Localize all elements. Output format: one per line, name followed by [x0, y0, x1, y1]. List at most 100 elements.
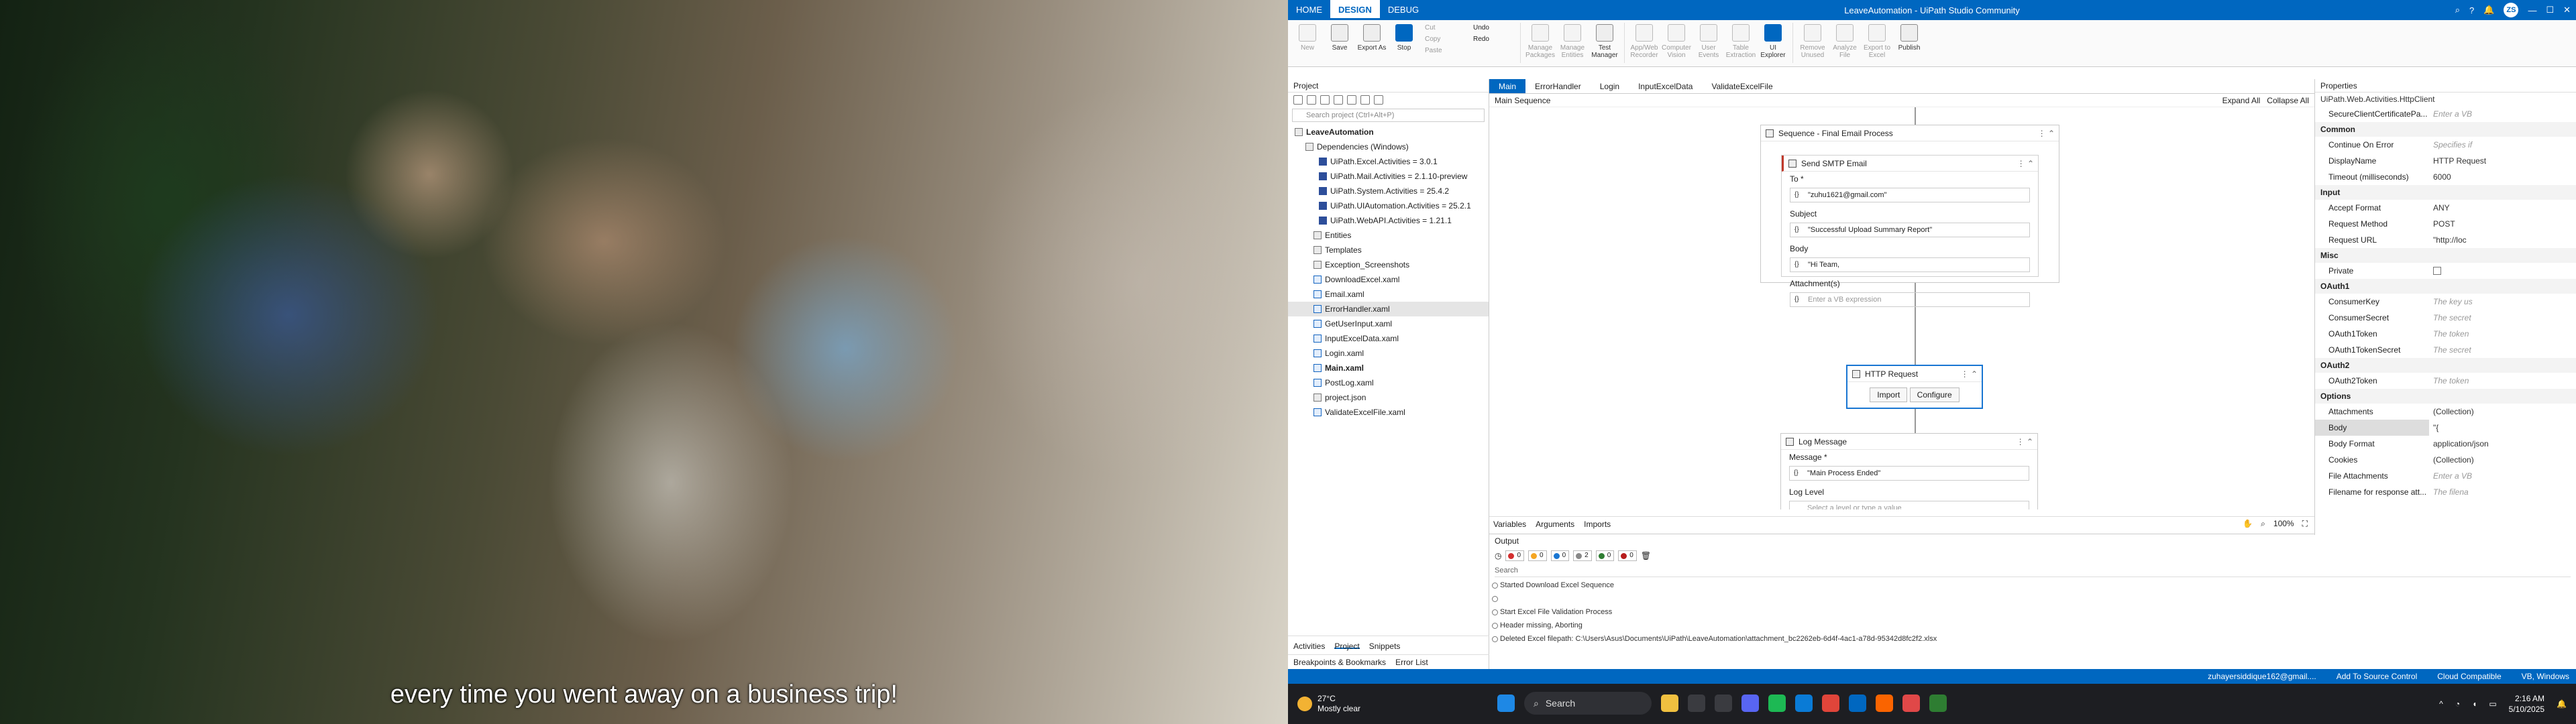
clear-icon[interactable]: 🗑	[1641, 551, 1651, 560]
property-value[interactable]: The token	[2429, 373, 2576, 389]
property-value[interactable]: The secret	[2429, 342, 2576, 358]
zoom-icon[interactable]: ⌕	[2261, 519, 2265, 529]
tree-file[interactable]: Login.xaml	[1288, 346, 1489, 361]
property-value[interactable]: The filena	[2429, 484, 2576, 500]
refresh-icon[interactable]	[1320, 95, 1330, 105]
tree-dependencies[interactable]: Dependencies (Windows)	[1288, 139, 1489, 154]
export-to-excel-button[interactable]: Export to Excel	[1862, 23, 1892, 59]
new-button[interactable]: New	[1292, 23, 1323, 52]
table-extraction-button[interactable]: Table Extraction	[1725, 23, 1756, 59]
message-field[interactable]: {} "Main Process Ended"	[1789, 466, 2029, 481]
property-group[interactable]: OAuth1	[2315, 279, 2576, 294]
property-row[interactable]: SecureClientCertificatePa... Enter a VB	[2315, 106, 2576, 122]
property-row[interactable]: DisplayName HTTP Request	[2315, 153, 2576, 169]
attachments-field[interactable]: {} Enter a VB expression	[1790, 292, 2030, 307]
property-value[interactable]: POST	[2429, 216, 2576, 232]
trace-filter[interactable]: 2	[1573, 550, 1592, 561]
sequence-final-email[interactable]: Sequence - Final Email Process ⋮ ⌃ Send S…	[1760, 125, 2059, 307]
tree-root[interactable]: LeaveAutomation	[1288, 125, 1489, 139]
uipath-studio-icon[interactable]	[1849, 695, 1866, 712]
start-icon[interactable]	[1497, 695, 1515, 712]
maximize-icon[interactable]: ☐	[2546, 5, 2554, 15]
doc-tab-login[interactable]: Login	[1591, 79, 1629, 93]
property-value[interactable]: The key us	[2429, 294, 2576, 310]
tree-file[interactable]: GetUserInput.xaml	[1288, 316, 1489, 331]
property-value[interactable]: (Collection)	[2429, 452, 2576, 468]
minimize-icon[interactable]: —	[2528, 5, 2536, 15]
tab-arguments[interactable]: Arguments	[1536, 520, 1574, 529]
manage-entities-button[interactable]: Manage Entities	[1557, 23, 1588, 59]
volume-icon[interactable]: ◖	[2472, 699, 2477, 709]
tree-file[interactable]: Email.xaml	[1288, 287, 1489, 302]
tree-package[interactable]: UiPath.UIAutomation.Activities = 25.2.1	[1288, 198, 1489, 213]
info-filter[interactable]: 0	[1550, 550, 1570, 561]
body-field[interactable]: {} "Hi Team,	[1790, 257, 2030, 272]
property-row[interactable]: Accept Format ANY	[2315, 200, 2576, 216]
tree-package[interactable]: UiPath.WebAPI.Activities = 1.21.1	[1288, 213, 1489, 228]
tree-package[interactable]: UiPath.Excel.Activities = 3.0.1	[1288, 154, 1489, 169]
notification-icon[interactable]: 🔔	[2557, 699, 2567, 709]
property-row[interactable]: Body Format application/json	[2315, 436, 2576, 452]
tree-file[interactable]: ErrorHandler.xaml	[1288, 302, 1489, 316]
property-row[interactable]: Request URL "http://loc	[2315, 232, 2576, 248]
status-compat[interactable]: Cloud Compatible	[2437, 672, 2501, 681]
undo-button[interactable]: Undo	[1473, 24, 1512, 32]
error-filter[interactable]: 0	[1505, 550, 1525, 561]
tab-project[interactable]: Project	[1334, 642, 1360, 651]
property-row[interactable]: Body "{	[2315, 420, 2576, 436]
property-value[interactable]: The token	[2429, 326, 2576, 342]
tree-package[interactable]: UiPath.System.Activities = 25.4.2	[1288, 184, 1489, 198]
property-value[interactable]: Enter a VB	[2429, 468, 2576, 484]
doc-tab-inputexceldata[interactable]: InputExcelData	[1629, 79, 1702, 93]
folder-icon[interactable]	[1307, 95, 1316, 105]
copy-button[interactable]: Copy	[1425, 36, 1464, 43]
manage-packages-button[interactable]: Manage Packages	[1525, 23, 1556, 59]
output-line[interactable]: Deleted Excel filepath: C:\Users\Asus\Do…	[1489, 632, 2576, 646]
tree-file[interactable]: ValidateExcelFile.xaml	[1288, 405, 1489, 420]
tree-file[interactable]: Main.xaml	[1288, 361, 1489, 375]
send-smtp-email-activity[interactable]: Send SMTP Email ⋮ ⌃ To * {} "zuhu1621@gmai…	[1781, 155, 2039, 307]
tree-file[interactable]: InputExcelData.xaml	[1288, 331, 1489, 346]
taskbar-search[interactable]: ⌕ Search	[1524, 692, 1652, 715]
collapse-icon[interactable]	[1347, 95, 1356, 105]
computer-vision-button[interactable]: Computer Vision	[1661, 23, 1692, 59]
tab-debug[interactable]: DEBUG	[1380, 0, 1427, 20]
property-value[interactable]: HTTP Request	[2429, 153, 2576, 169]
tab-snippets[interactable]: Snippets	[1369, 642, 1401, 651]
zoom-level[interactable]: 100%	[2273, 519, 2294, 529]
pan-icon[interactable]: ✋	[2243, 519, 2253, 529]
property-row[interactable]: OAuth2Token The token	[2315, 373, 2576, 389]
project-search-input[interactable]: Search project (Ctrl+Alt+P)	[1292, 109, 1485, 122]
notification-icon[interactable]: 🔔	[2483, 5, 2494, 15]
weather-widget[interactable]: 27°C Mostly clear	[1288, 694, 1360, 714]
tab-variables[interactable]: Variables	[1493, 520, 1526, 529]
discord-icon[interactable]	[1741, 695, 1759, 712]
tree-folder[interactable]: Entities	[1288, 228, 1489, 243]
tab-imports[interactable]: Imports	[1584, 520, 1611, 529]
vscode-icon[interactable]	[1795, 695, 1813, 712]
add-icon[interactable]	[1293, 95, 1303, 105]
tab-activities[interactable]: Activities	[1293, 642, 1325, 651]
publish-button[interactable]: Publish	[1894, 23, 1925, 52]
paste-button[interactable]: Paste	[1425, 47, 1464, 54]
property-group[interactable]: Misc	[2315, 248, 2576, 263]
tree-file[interactable]: PostLog.xaml	[1288, 375, 1489, 390]
log-level-field[interactable]: Select a level or type a value	[1789, 501, 2029, 509]
tree-file[interactable]: project.json	[1288, 390, 1489, 405]
redo-button[interactable]: Redo	[1473, 36, 1512, 43]
property-value[interactable]: ANY	[2429, 200, 2576, 216]
status-user[interactable]: zuhayersiddique162@gmail....	[2208, 672, 2316, 681]
subject-field[interactable]: {} "Successful Upload Summary Report"	[1790, 223, 2030, 237]
property-value[interactable]: application/json	[2429, 436, 2576, 452]
property-value[interactable]	[2429, 263, 2576, 279]
search-icon[interactable]: ⌕	[2455, 5, 2460, 15]
stop-button[interactable]: Stop	[1389, 23, 1419, 52]
private-checkbox[interactable]	[2433, 267, 2441, 275]
tab-home[interactable]: HOME	[1288, 0, 1330, 20]
fatal-filter[interactable]: 0	[1618, 550, 1637, 561]
close-icon[interactable]: ✕	[2563, 5, 2571, 15]
collapse-all-button[interactable]: Collapse All	[2267, 96, 2309, 105]
expand-icon[interactable]	[1334, 95, 1343, 105]
property-row[interactable]: ConsumerSecret The secret	[2315, 310, 2576, 326]
property-row[interactable]: Continue On Error Specifies if	[2315, 137, 2576, 153]
